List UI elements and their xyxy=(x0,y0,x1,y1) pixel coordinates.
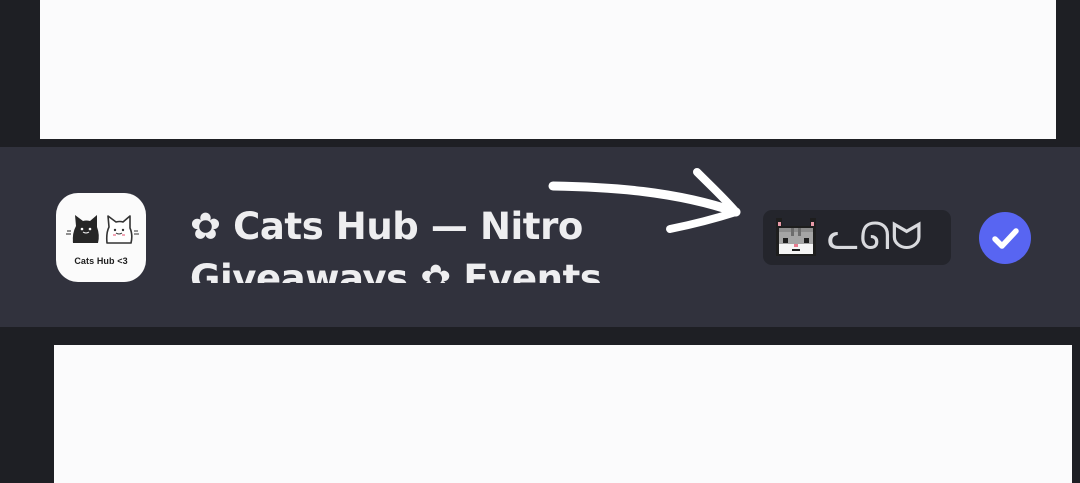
pixel-cat-icon xyxy=(776,218,816,256)
server-tag[interactable]: ᓚᘏᗢ xyxy=(763,210,951,265)
content-panel-top xyxy=(40,0,1056,139)
content-panel-bottom xyxy=(54,345,1072,483)
hand-drawn-arrow-icon xyxy=(548,168,741,233)
server-row[interactable]: Cats Hub <3 ✿ Cats Hub — Nitro Giveaways… xyxy=(0,147,1080,327)
cats-icon xyxy=(66,215,139,244)
tag-text: ᓚᘏᗢ xyxy=(827,214,923,258)
verified-check-icon xyxy=(979,212,1031,264)
server-icon[interactable]: Cats Hub <3 xyxy=(56,193,146,282)
icon-caption: Cats Hub <3 xyxy=(74,256,128,266)
